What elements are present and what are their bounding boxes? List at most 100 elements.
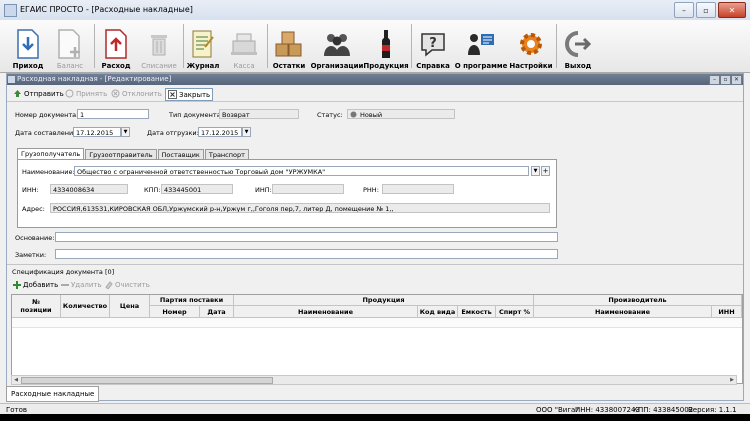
status-dot-icon [350,111,357,118]
address-field: РОССИЯ,613531,КИРОВСКАЯ ОБЛ,Уржумский р-… [50,203,550,213]
inn-label: ИНН: [22,186,39,194]
accept-button[interactable]: Принять [63,88,109,99]
organizations-button[interactable]: Организации [310,22,364,70]
party-tabs: Грузополучатель Грузоотправитель Поставщ… [17,148,250,160]
settings-label: Настройки [509,62,553,70]
basis-label: Основание: [15,234,55,242]
settings-button[interactable]: Настройки [509,22,553,70]
outgo-button[interactable]: Расход [97,22,135,70]
outgo-icon [101,28,131,60]
products-label: Продукция [363,62,409,70]
inn-field: 4334008634 [50,184,128,194]
created-date-dropdown[interactable]: ▼ [121,127,130,137]
add-organization-button[interactable]: + [541,166,550,176]
products-button[interactable]: Продукция [363,22,409,70]
send-button[interactable]: Отправить [11,88,66,99]
table-row[interactable] [12,318,742,328]
clear-rows-button[interactable]: Очистить [103,279,152,290]
maximize-button[interactable]: ▫ [696,2,716,18]
col-volume[interactable]: Емкость [458,306,496,318]
document-window-title: Расходная накладная - [Редактирование] [17,75,172,83]
shipped-date-dropdown[interactable]: ▼ [242,127,251,137]
help-icon: ? [418,28,448,60]
reject-icon [111,89,120,98]
people-icon [322,28,352,60]
minimize-button[interactable]: – [674,2,694,18]
exit-button[interactable]: Выход [559,22,597,70]
spec-table[interactable]: № позиции Количество Цена Партия поставк… [11,294,743,384]
inp-label: ИНП: [255,186,272,194]
delete-row-button[interactable]: Удалить [59,279,104,290]
col-batch-no[interactable]: Номер [150,306,200,318]
document-action-bar: Отправить Принять Отклонить Закрыть [7,86,743,102]
exit-label: Выход [564,62,592,70]
col-producer-inn[interactable]: ИНН [712,306,742,318]
exit-icon [563,28,593,60]
help-button[interactable]: ? Справка [414,22,452,70]
remains-label: Остатки [272,62,306,70]
col-alcohol[interactable]: Спирт % [496,306,534,318]
about-label: О программе [454,62,508,70]
balance-button[interactable]: Баланс [50,22,90,70]
notes-input[interactable] [55,249,558,259]
basis-input[interactable] [55,232,558,242]
rnn-field [382,184,454,194]
window-tab-outgoing[interactable]: Расходные накладные [6,386,100,402]
status-org: ООО "Вига" [536,406,579,414]
col-qty[interactable]: Количество [61,295,110,318]
close-button[interactable]: ✕ [718,2,746,18]
scroll-thumb[interactable] [21,377,273,384]
document-window: Расходная накладная - [Редактирование] –… [6,73,744,401]
document-icon [8,76,15,83]
col-product-group: Продукция [234,295,534,306]
writeoff-button[interactable]: Списание [138,22,180,70]
close-doc-button[interactable]: Закрыть [165,88,214,101]
col-producer-group: Производитель [534,295,742,306]
doc-type-field: Возврат [219,109,299,119]
name-field[interactable]: Общество с ограниченной ответственностью… [74,166,529,176]
col-producer-name[interactable]: Наименование [534,306,712,318]
shipped-date-label: Дата отгрузки: [147,129,199,137]
cashbox-button[interactable]: Касса [224,22,264,70]
toolbar-separator [267,24,268,68]
doc-number-label: Номер документа: [15,111,79,119]
app-window: ЕГАИС ПРОСТО - [Расходные накладные] – ▫… [0,0,750,421]
screen-border [0,414,750,421]
horizontal-scrollbar[interactable]: ◀ ▶ [11,375,737,385]
presenter-icon [466,28,496,60]
status-field: Новый [347,109,455,119]
inp-field [272,184,344,194]
toolbar-separator [411,24,412,68]
col-product-name[interactable]: Наименование [234,306,418,318]
cashbox-label: Касса [233,62,255,70]
col-price[interactable]: Цена [110,295,150,318]
about-button[interactable]: О программе [454,22,508,70]
journal-button[interactable]: Журнал [186,22,220,70]
window-title: ЕГАИС ПРОСТО - [Расходные накладные] [20,5,193,14]
scroll-right-icon[interactable]: ▶ [728,376,736,384]
col-kind-code[interactable]: Код вида [418,306,458,318]
status-label: Статус: [317,111,343,119]
add-row-button[interactable]: Добавить [11,279,60,290]
created-date-input[interactable]: 17.12.2015 [73,127,121,137]
shipped-date-input[interactable]: 17.12.2015 [198,127,242,137]
child-maximize-button[interactable]: ▫ [720,75,731,85]
doc-number-input[interactable]: 1 [77,109,149,119]
toolbar-separator [556,24,557,68]
scroll-left-icon[interactable]: ◀ [12,376,20,384]
app-icon [4,4,17,17]
name-dropdown[interactable]: ▼ [531,166,540,176]
organizations-label: Организации [310,62,364,70]
income-label: Приход [12,62,44,70]
gear-icon [516,28,546,60]
delete-row-label: Удалить [71,280,102,289]
child-close-button[interactable]: ✕ [731,75,742,85]
send-arrow-icon [14,90,21,97]
col-pos[interactable]: № позиции [12,295,61,318]
child-minimize-button[interactable]: – [709,75,720,85]
income-button[interactable]: Приход [8,22,48,70]
remains-button[interactable]: Остатки [270,22,308,70]
reject-button[interactable]: Отклонить [109,88,164,99]
title-bar: ЕГАИС ПРОСТО - [Расходные накладные] – ▫… [0,0,750,21]
col-batch-date[interactable]: Дата [200,306,234,318]
